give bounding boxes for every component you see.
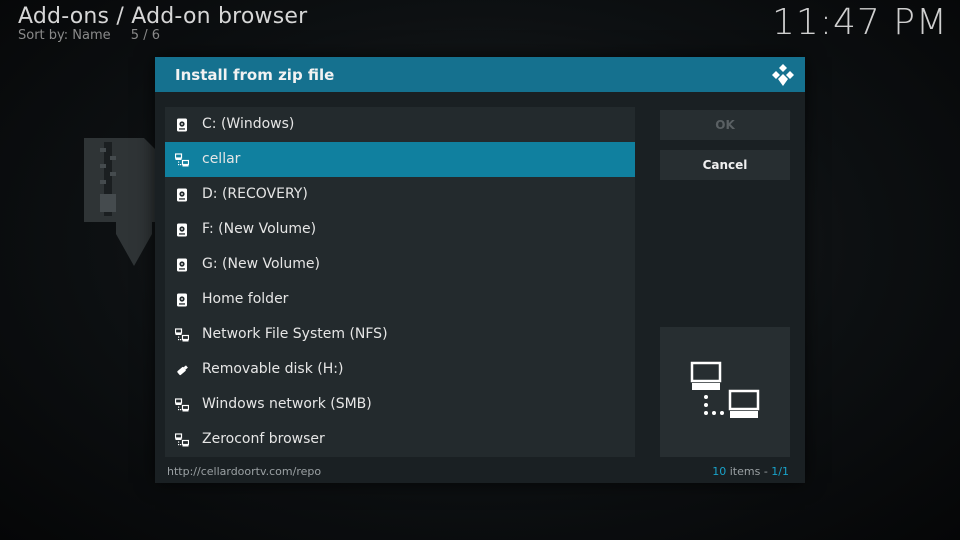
source-item[interactable]: F: (New Volume)	[165, 212, 635, 247]
source-item[interactable]: Removable disk (H:)	[165, 352, 635, 387]
source-item-label: C: (Windows)	[202, 116, 295, 132]
ok-button[interactable]: OK	[660, 110, 790, 140]
source-item[interactable]: C: (Windows)	[165, 107, 635, 142]
dialog-title: Install from zip file	[175, 66, 335, 84]
source-item-label: Network File System (NFS)	[202, 326, 388, 342]
network-large-icon	[690, 361, 760, 418]
source-item[interactable]: Network File System (NFS)	[165, 317, 635, 352]
source-item-label: D: (RECOVERY)	[202, 186, 308, 202]
network-icon	[174, 398, 190, 412]
item-count: 10 items - 1/1	[712, 465, 789, 478]
clock: 11:47 PM	[772, 2, 948, 43]
dialog-header: Install from zip file	[155, 57, 805, 92]
source-item[interactable]: D: (RECOVERY)	[165, 177, 635, 212]
source-item-label: G: (New Volume)	[202, 256, 320, 272]
source-item-label: Windows network (SMB)	[202, 396, 372, 412]
network-source-icon	[174, 153, 190, 167]
sort-info: Sort by: Name 5 / 6	[18, 28, 160, 43]
sort-label[interactable]: Sort by: Name	[18, 28, 111, 43]
current-path: http://cellardoortv.com/repo	[167, 465, 322, 478]
install-from-zip-dialog: Install from zip file C: (Windows) cellar…	[155, 57, 805, 483]
hard-drive-icon	[175, 293, 189, 307]
page-title: Add-ons / Add-on browser	[18, 4, 308, 29]
source-preview	[660, 327, 790, 457]
source-item-label: F: (New Volume)	[202, 221, 317, 237]
source-list: C: (Windows) cellar D: (RECOVERY) F: (New V…	[165, 107, 635, 457]
network-icon	[174, 328, 190, 342]
hard-drive-icon	[175, 258, 189, 272]
source-item[interactable]: G: (New Volume)	[165, 247, 635, 282]
source-item[interactable]: Zeroconf browser	[165, 422, 635, 457]
hard-drive-icon	[175, 118, 189, 132]
kodi-logo-icon	[772, 64, 794, 86]
network-icon	[174, 433, 190, 447]
item-count-number: 10	[712, 465, 727, 478]
source-item[interactable]: cellar	[165, 142, 635, 177]
source-item[interactable]: Windows network (SMB)	[165, 387, 635, 422]
usb-drive-icon	[175, 363, 189, 377]
source-item-label: Zeroconf browser	[202, 431, 325, 447]
source-item-label: Home folder	[202, 291, 289, 307]
source-item-label: Removable disk (H:)	[202, 361, 344, 377]
hard-drive-icon	[175, 188, 189, 202]
cancel-button[interactable]: Cancel	[660, 150, 790, 180]
hard-drive-icon	[175, 223, 189, 237]
page-indicator: 1/1	[771, 465, 789, 478]
items-label: items -	[729, 465, 768, 478]
kodi-screen: Add-ons / Add-on browser Sort by: Name 5…	[0, 0, 960, 540]
source-item-label: cellar	[202, 151, 241, 167]
source-item[interactable]: Home folder	[165, 282, 635, 317]
item-position: 5 / 6	[130, 28, 160, 43]
